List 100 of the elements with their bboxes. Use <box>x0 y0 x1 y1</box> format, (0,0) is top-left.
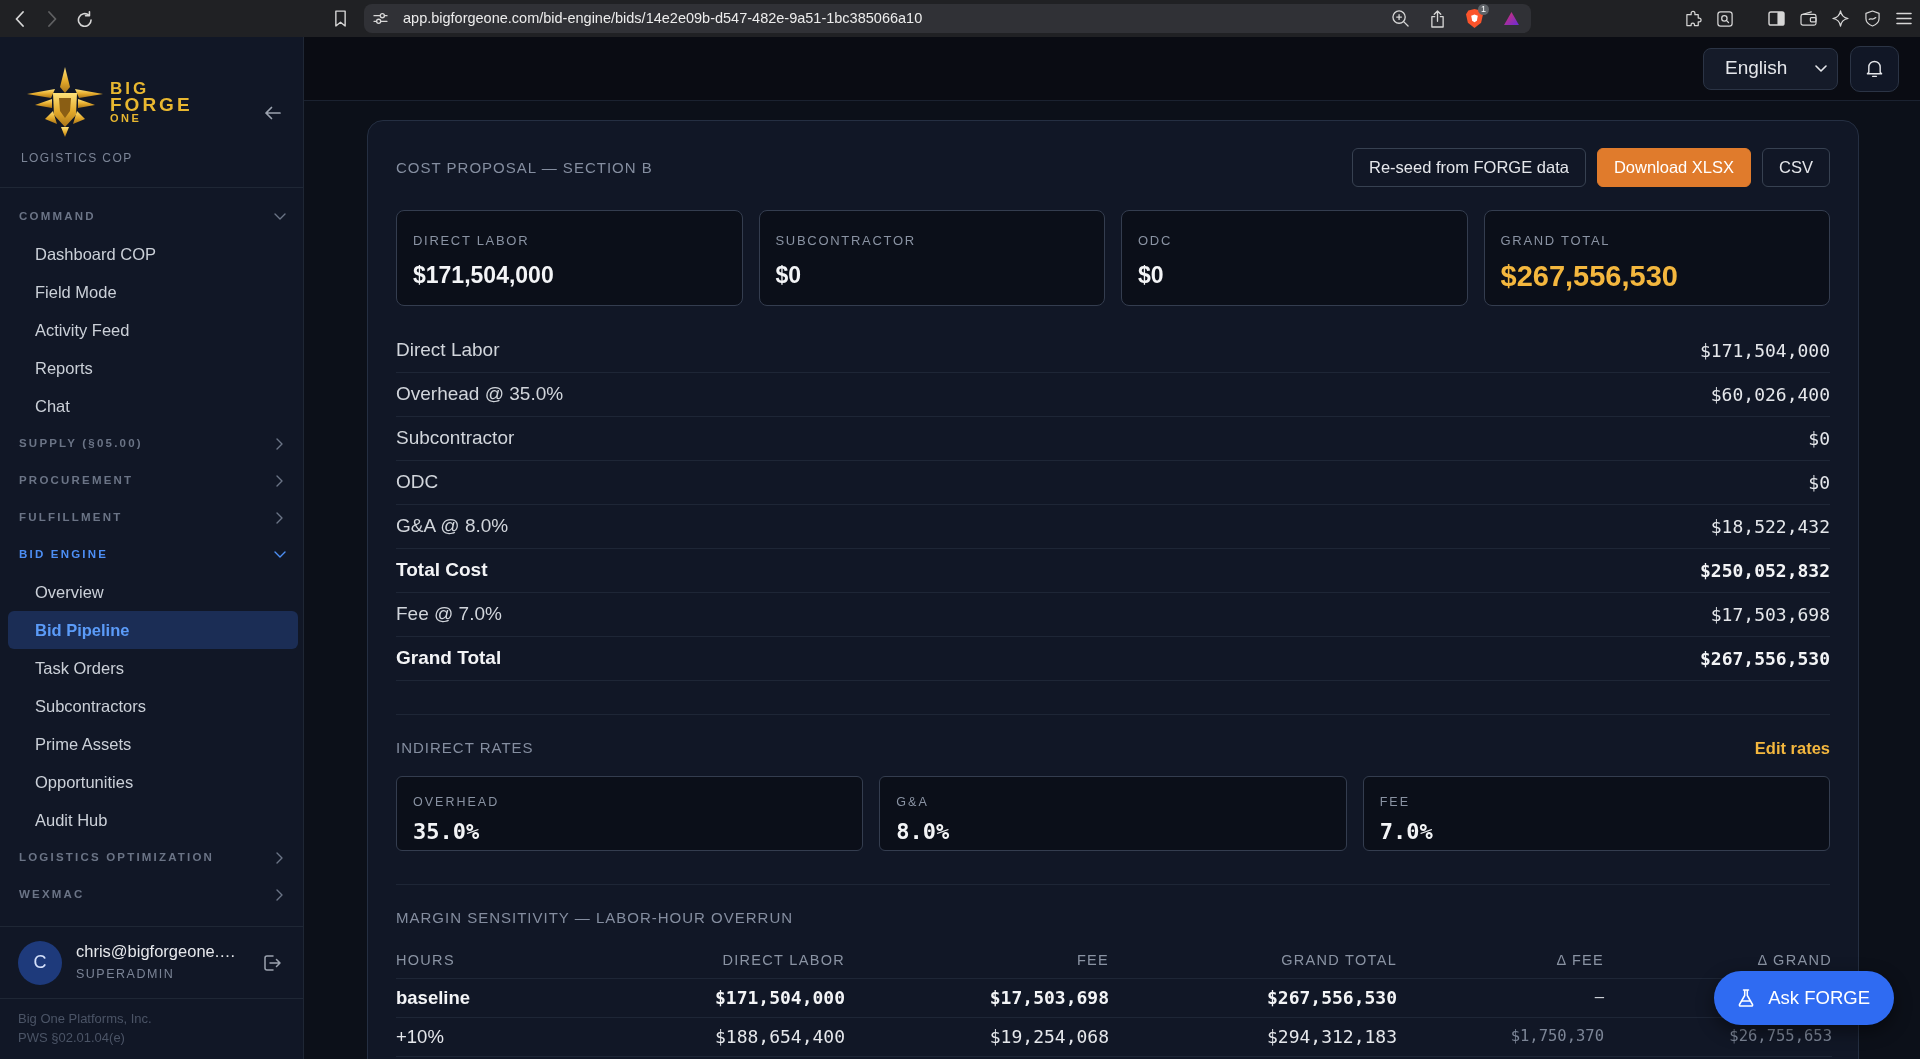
summary-label: DIRECT LABOR <box>413 233 530 249</box>
shield-icon[interactable] <box>1465 9 1483 28</box>
nav-link[interactable]: Task Orders <box>8 649 298 687</box>
cost-line-value: $18,522,432 <box>1710 515 1830 539</box>
nav-link[interactable]: Opportunities <box>8 763 298 801</box>
menu-icon[interactable] <box>1896 12 1912 25</box>
arrow-left-icon[interactable] <box>264 106 281 120</box>
nav-link[interactable]: Subcontractors <box>8 687 298 725</box>
cost-line-value: $171,504,000 <box>1699 339 1830 363</box>
flask-icon <box>1738 989 1755 1007</box>
reload-icon[interactable] <box>77 10 93 27</box>
summary-label: ODC <box>1138 233 1172 249</box>
bookmark-icon[interactable] <box>333 10 347 27</box>
column-header: DIRECT LABOR <box>722 952 845 969</box>
nav-section-toggle[interactable]: LOGISTICS OPTIMIZATION <box>0 839 303 876</box>
nav-section-toggle[interactable]: FULFILLMENT <box>0 499 303 536</box>
section-title: MARGIN SENSITIVITY — LABOR-HOUR OVERRUN <box>396 908 794 928</box>
footer-text: PWS §02.01.04(e) <box>18 1030 125 1045</box>
nav-link[interactable]: Field Mode <box>8 273 298 311</box>
page-search-icon[interactable] <box>1717 10 1733 27</box>
cost-line-value: $60,026,400 <box>1710 383 1830 407</box>
table-cell: $171,504,000 <box>714 987 845 1008</box>
column-header: GRAND TOTAL <box>1281 952 1397 969</box>
logout-icon[interactable] <box>263 953 281 972</box>
cost-line-value: $0 <box>1808 427 1830 451</box>
table-cell: +10% <box>396 1025 444 1047</box>
zoom-in-icon[interactable] <box>1391 10 1409 27</box>
address-bar[interactable]: app.bigforgeone.com/bid-engine/bids/14e2e09b-d547-482e-9a51-1bc385066a10 1 <box>364 4 1531 33</box>
cost-line-value: $250,052,832 <box>1699 559 1830 583</box>
chevron-down-icon <box>1815 65 1827 72</box>
user-email: chris@bigforgeone.… <box>76 940 236 961</box>
notifications-button[interactable] <box>1850 45 1899 92</box>
nav-link[interactable]: Reports <box>8 349 298 387</box>
nav-link[interactable]: Dashboard COP <box>8 235 298 273</box>
nav-section-toggle[interactable]: COMMAND <box>0 198 303 235</box>
nav-link[interactable]: Activity Feed <box>8 311 298 349</box>
cost-line-label: ODC <box>396 470 439 495</box>
assistant-button[interactable]: Ask FORGE <box>1714 971 1894 1025</box>
cost-line-label: Fee @ 7.0% <box>396 602 502 627</box>
table-cell: $294,312,183 <box>1266 1026 1397 1047</box>
cost-line-label: Grand Total <box>396 646 502 671</box>
table-cell: baseline <box>396 986 471 1008</box>
cost-line-label: Total Cost <box>396 558 488 583</box>
rate-label: FEE <box>1379 794 1410 810</box>
tune-icon[interactable] <box>373 12 388 25</box>
nav-link[interactable]: Bid Pipeline <box>8 611 298 649</box>
section-title: INDIRECT RATES <box>396 738 534 758</box>
notification-count: 1 <box>1478 3 1489 15</box>
nav-link[interactable]: Audit Hub <box>8 801 298 839</box>
shield-icon[interactable] <box>1864 10 1880 27</box>
section-title: COST PROPOSAL — SECTION B <box>396 157 653 178</box>
rate-label: OVERHEAD <box>413 794 500 810</box>
cost-line-label: G&A @ 8.0% <box>396 514 509 539</box>
sparkle-icon[interactable] <box>1831 10 1849 27</box>
column-header: Δ FEE <box>1556 952 1604 969</box>
column-header: FEE <box>1076 952 1109 969</box>
puzzle-icon[interactable] <box>1684 10 1702 27</box>
language-select[interactable]: English <box>1703 47 1838 90</box>
nav-section-toggle[interactable]: BID ENGINE <box>0 536 303 573</box>
cost-line-value: $0 <box>1808 471 1830 495</box>
rate-value: 8.0% <box>896 819 950 845</box>
cost-line-label: Overhead @ 35.0% <box>396 382 564 407</box>
rate-value: 7.0% <box>1379 819 1433 845</box>
wallet-icon[interactable] <box>1799 11 1817 26</box>
summary-label: GRAND TOTAL <box>1500 233 1611 249</box>
column-header: Δ GRAND <box>1757 952 1832 969</box>
summary-label: SUBCONTRACTOR <box>775 233 916 249</box>
nav-section-toggle[interactable]: SUPPLY (§05.00) <box>0 425 303 462</box>
nav-link[interactable]: Prime Assets <box>8 725 298 763</box>
star-emblem-icon <box>27 67 103 137</box>
table-cell: $267,556,530 <box>1266 987 1397 1008</box>
cost-line-value: $267,556,530 <box>1699 647 1830 671</box>
share-icon[interactable] <box>1429 9 1445 28</box>
action-button[interactable]: CSV <box>1762 148 1830 187</box>
nav-section-toggle[interactable]: WEXMAC <box>0 876 303 913</box>
rate-value: 35.0% <box>413 819 480 845</box>
action-button[interactable]: Re-seed from FORGE data <box>1352 148 1586 187</box>
nav-link[interactable]: Chat <box>8 387 298 425</box>
cost-line-label: Direct Labor <box>396 338 500 363</box>
summary-value: $0 <box>775 261 802 289</box>
edit-rates-link[interactable]: Edit rates <box>1754 735 1830 761</box>
bell-icon <box>1866 59 1883 78</box>
footer-text: Big One Platforms, Inc. <box>18 1011 152 1026</box>
column-header: HOURS <box>396 952 455 969</box>
table-cell: $19,254,068 <box>989 1026 1109 1047</box>
user-avatar: C <box>18 940 62 985</box>
summary-value: $267,556,530 <box>1500 260 1678 292</box>
nav-section-toggle[interactable]: PROCUREMENT <box>0 462 303 499</box>
brand-wordmark: BIG FORGE ONE <box>110 80 193 124</box>
table-cell: $17,503,698 <box>989 987 1109 1008</box>
table-cell: $26,755,653 <box>1729 1026 1832 1045</box>
url-text: app.bigforgeone.com/bid-engine/bids/14e2e09b-d547-482e-9a51-1bc385066a10 <box>403 8 923 28</box>
cost-line-label: Subcontractor <box>396 426 515 451</box>
sidebar-icon[interactable] <box>1767 11 1785 26</box>
cost-line-value: $17,503,698 <box>1710 603 1830 627</box>
table-cell: $1,750,370 <box>1510 1026 1604 1045</box>
summary-value: $171,504,000 <box>413 261 554 289</box>
sidebar-subtitle: LOGISTICS COP <box>21 150 133 166</box>
rate-label: G&A <box>896 794 929 810</box>
nav-link[interactable]: Overview <box>8 573 298 611</box>
